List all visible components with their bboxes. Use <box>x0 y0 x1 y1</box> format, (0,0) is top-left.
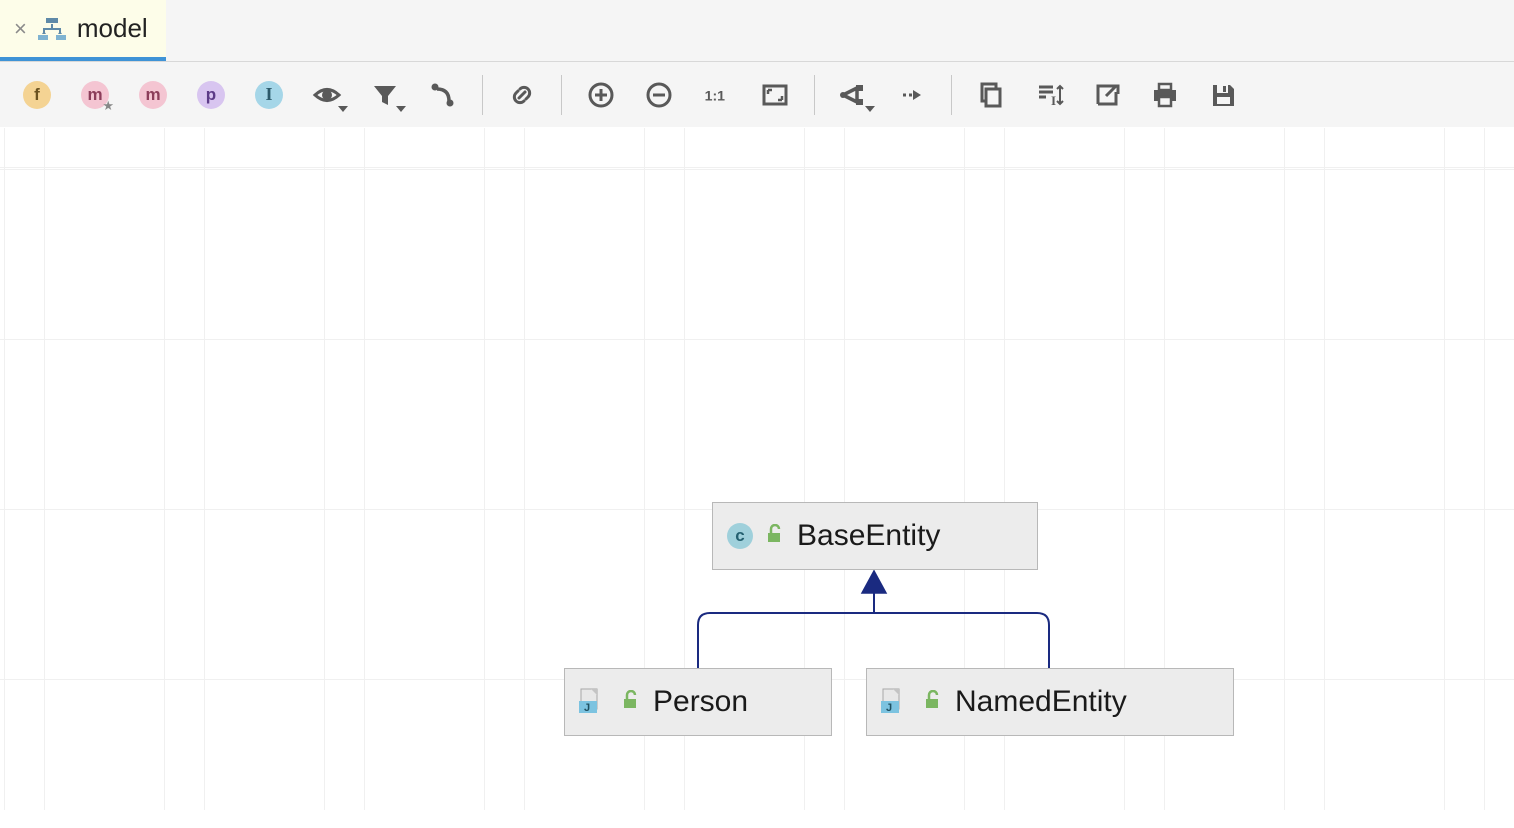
svg-text:I: I <box>1051 93 1056 108</box>
svg-text:J: J <box>886 702 892 713</box>
separator <box>814 75 815 115</box>
tab-label: model <box>77 13 148 44</box>
diagram-tab-icon <box>37 17 67 41</box>
tab-model[interactable]: × model <box>0 0 166 61</box>
methods-button[interactable]: m <box>124 70 182 120</box>
package-unlock-icon <box>923 690 943 715</box>
node-label: NamedEntity <box>955 685 1127 719</box>
package-unlock-icon <box>621 690 641 715</box>
node-person[interactable]: J Person <box>564 668 832 736</box>
dropdown-caret-icon <box>338 106 348 112</box>
dropdown-caret-icon <box>865 106 875 112</box>
layout-button[interactable] <box>825 70 883 120</box>
interfaces-button[interactable]: I <box>240 70 298 120</box>
svg-text:1:1: 1:1 <box>705 87 726 103</box>
methods-starred-button[interactable]: m★ <box>66 70 124 120</box>
toolbar: f m★ m p I 1:1 I <box>0 62 1514 128</box>
dropdown-caret-icon <box>396 106 406 112</box>
properties-button[interactable]: p <box>182 70 240 120</box>
close-icon[interactable]: × <box>14 18 27 40</box>
zoom-actual-button[interactable]: 1:1 <box>688 70 746 120</box>
fields-button[interactable]: f <box>8 70 66 120</box>
node-base-entity[interactable]: c BaseEntity <box>712 502 1038 570</box>
visibility-button[interactable] <box>298 70 356 120</box>
export-button[interactable] <box>1078 70 1136 120</box>
separator <box>561 75 562 115</box>
save-button[interactable] <box>1194 70 1252 120</box>
tab-bar: × model <box>0 0 1514 62</box>
node-label: BaseEntity <box>797 519 940 553</box>
svg-text:J: J <box>584 702 590 713</box>
diagram-canvas[interactable]: c BaseEntity J Person J <box>0 128 1514 810</box>
fit-button[interactable] <box>746 70 804 120</box>
star-icon: ★ <box>102 98 114 114</box>
copy-button[interactable] <box>962 70 1020 120</box>
zoom-in-button[interactable] <box>572 70 630 120</box>
filter-button[interactable] <box>356 70 414 120</box>
zoom-out-button[interactable] <box>630 70 688 120</box>
route-button[interactable] <box>414 70 472 120</box>
goto-button[interactable] <box>883 70 941 120</box>
separator <box>951 75 952 115</box>
package-unlock-icon <box>765 524 785 549</box>
text-size-button[interactable]: I <box>1020 70 1078 120</box>
separator <box>482 75 483 115</box>
node-named-entity[interactable]: J NamedEntity <box>866 668 1234 736</box>
java-file-icon: J <box>579 687 609 718</box>
node-label: Person <box>653 685 748 719</box>
java-file-icon: J <box>881 687 911 718</box>
print-button[interactable] <box>1136 70 1194 120</box>
class-icon: c <box>727 523 753 549</box>
link-button[interactable] <box>493 70 551 120</box>
